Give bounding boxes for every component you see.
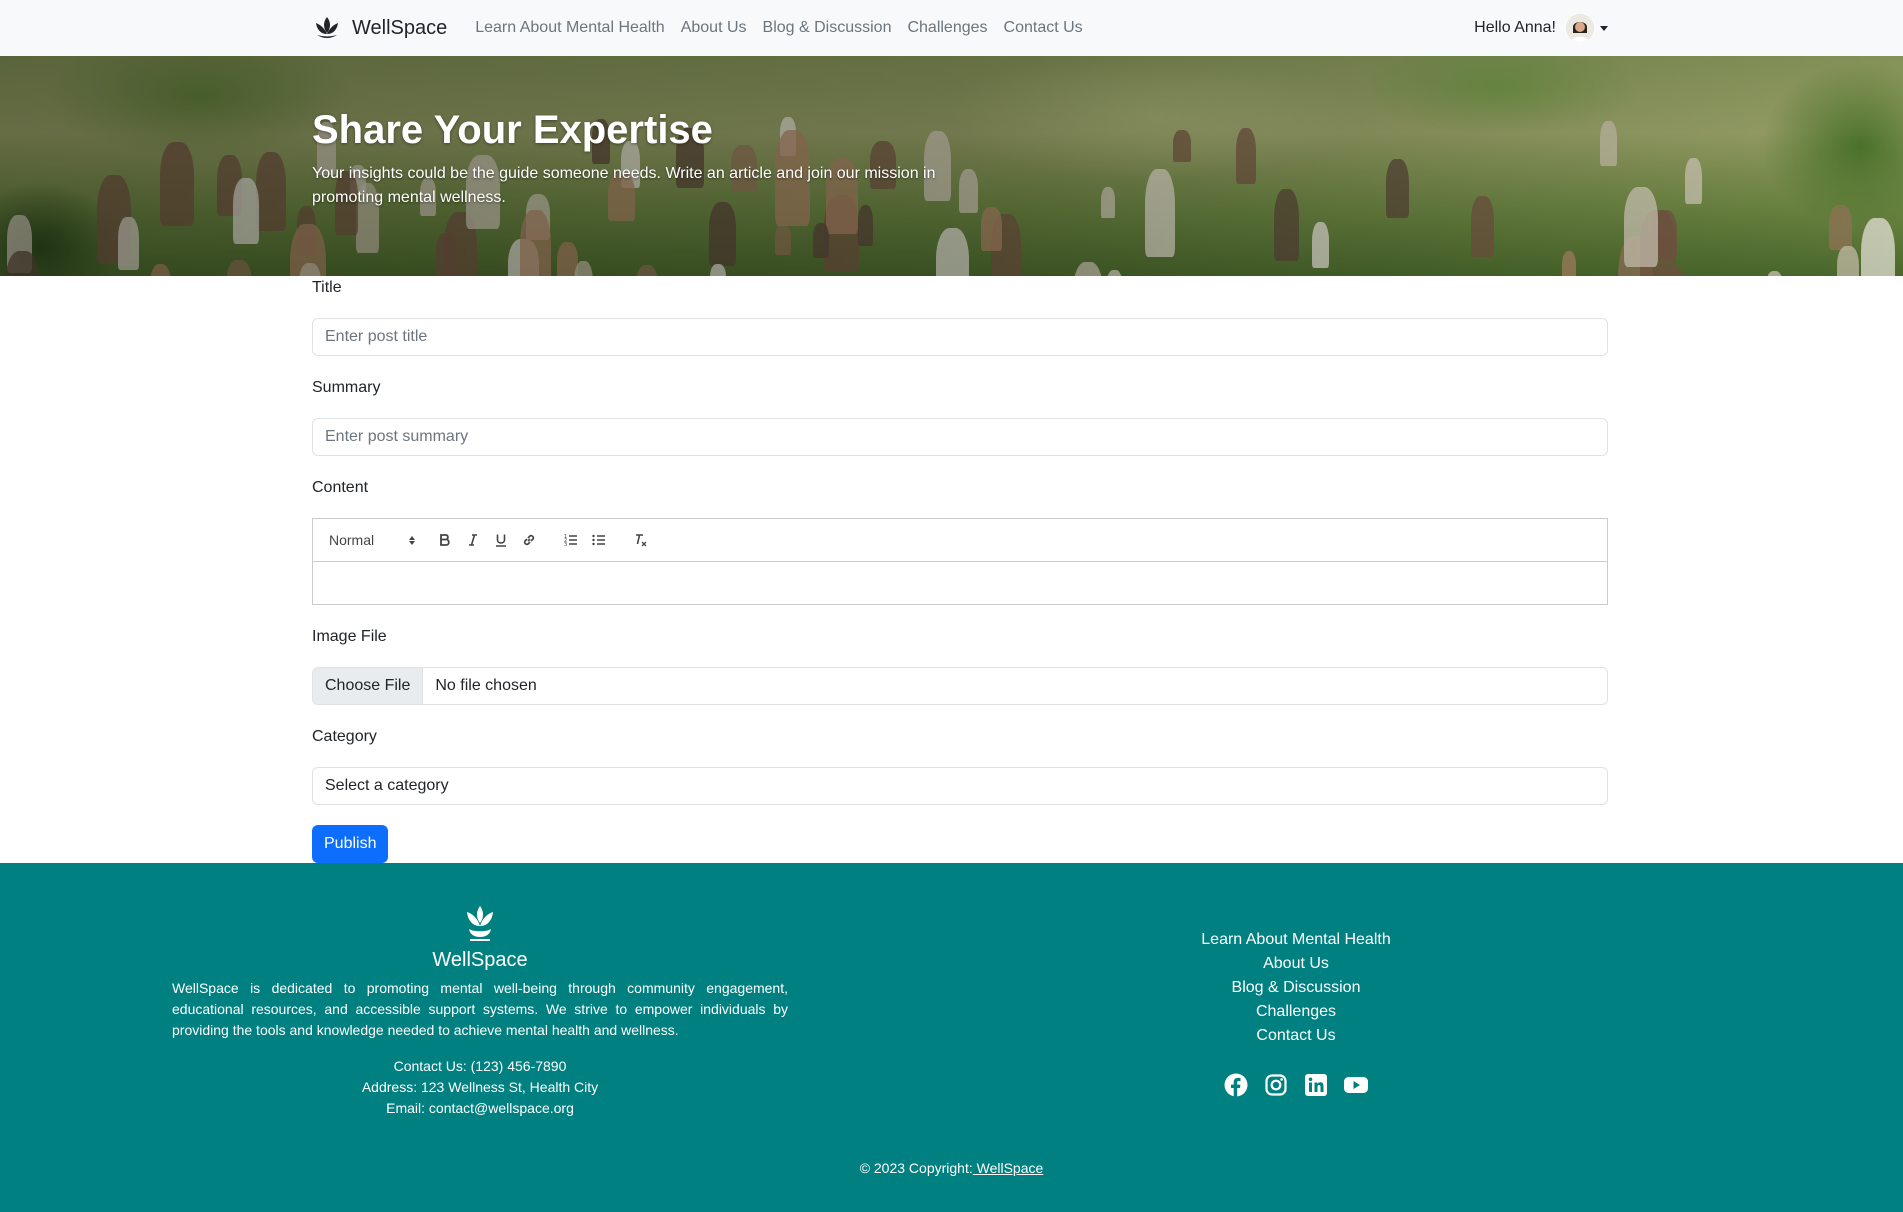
user-greeting: Hello Anna! bbox=[1474, 19, 1556, 36]
footer-link-learn[interactable]: Learn About Mental Health bbox=[1096, 928, 1496, 952]
image-file-input[interactable]: Choose File No file chosen bbox=[312, 667, 1608, 705]
create-post-form: Title Enter post title Summary Enter pos… bbox=[312, 276, 1608, 863]
footer-link-challenges[interactable]: Challenges bbox=[1096, 1000, 1496, 1024]
copyright: © 2023 Copyright: WellSpace bbox=[859, 1160, 1044, 1176]
hero-banner: Share Your Expertise Your insights could… bbox=[0, 56, 1903, 276]
footer-link-about[interactable]: About Us bbox=[1096, 952, 1496, 976]
linkedin-icon[interactable] bbox=[1303, 1072, 1329, 1098]
footer: WellSpace WellSpace is dedicated to prom… bbox=[0, 863, 1903, 1212]
nav-link-about[interactable]: About Us bbox=[673, 0, 755, 56]
brand-link[interactable]: WellSpace bbox=[312, 13, 447, 43]
footer-brand: WellSpace bbox=[432, 949, 528, 971]
content-editor: Normal 123 bbox=[312, 518, 1608, 605]
sort-arrows-icon bbox=[409, 535, 415, 545]
content-editor-area[interactable] bbox=[313, 562, 1607, 604]
svg-text:3: 3 bbox=[564, 542, 567, 547]
bold-icon[interactable] bbox=[431, 528, 459, 552]
footer-link-contact[interactable]: Contact Us bbox=[1096, 1024, 1496, 1048]
footer-address: Address: 123 Wellness St, Health City bbox=[361, 1079, 599, 1095]
clear-format-icon[interactable] bbox=[627, 528, 655, 552]
italic-icon[interactable] bbox=[459, 528, 487, 552]
summary-label: Summary bbox=[312, 379, 381, 396]
choose-file-button[interactable]: Choose File bbox=[313, 668, 424, 704]
avatar[interactable] bbox=[1566, 14, 1594, 42]
chevron-down-icon[interactable] bbox=[1600, 25, 1608, 31]
footer-description: WellSpace is dedicated to promoting ment… bbox=[172, 980, 788, 1038]
footer-email: Email: contact@wellspace.org bbox=[386, 1100, 574, 1116]
nav-link-learn[interactable]: Learn About Mental Health bbox=[467, 0, 672, 56]
user-menu[interactable]: Hello Anna! bbox=[1474, 14, 1608, 42]
page-title: Share Your Expertise bbox=[312, 108, 713, 152]
youtube-icon[interactable] bbox=[1343, 1072, 1369, 1098]
title-input[interactable]: Enter post title bbox=[312, 318, 1608, 356]
copyright-link[interactable]: WellSpace bbox=[973, 1160, 1044, 1176]
nav-link-challenges[interactable]: Challenges bbox=[899, 0, 995, 56]
nav-link-contact[interactable]: Contact Us bbox=[996, 0, 1091, 56]
lotus-logo-icon bbox=[172, 903, 788, 943]
brand-name: WellSpace bbox=[352, 16, 448, 39]
category-label: Category bbox=[312, 728, 377, 745]
ordered-list-icon[interactable]: 123 bbox=[557, 528, 585, 552]
format-select[interactable]: Normal bbox=[329, 532, 415, 548]
title-label: Title bbox=[312, 279, 342, 296]
file-status: No file chosen bbox=[435, 677, 537, 694]
hero-subtitle: Your insights could be the guide someone… bbox=[312, 165, 936, 206]
category-select[interactable]: Select a category bbox=[312, 767, 1608, 805]
footer-phone: Contact Us: (123) 456-7890 bbox=[393, 1058, 567, 1074]
image-file-label: Image File bbox=[312, 628, 387, 645]
publish-button[interactable]: Publish bbox=[312, 825, 389, 863]
link-icon[interactable] bbox=[515, 528, 543, 552]
instagram-icon[interactable] bbox=[1263, 1072, 1289, 1098]
footer-link-blog[interactable]: Blog & Discussion bbox=[1096, 976, 1496, 1000]
underline-icon[interactable] bbox=[487, 528, 515, 552]
facebook-icon[interactable] bbox=[1223, 1072, 1249, 1098]
content-label: Content bbox=[312, 479, 369, 496]
lotus-logo-icon bbox=[316, 17, 338, 38]
editor-toolbar: Normal 123 bbox=[313, 519, 1607, 562]
navbar: WellSpace Learn About Mental Health Abou… bbox=[0, 0, 1903, 56]
bullet-list-icon[interactable] bbox=[585, 528, 613, 552]
summary-input[interactable]: Enter post summary bbox=[312, 418, 1608, 456]
nav-link-blog[interactable]: Blog & Discussion bbox=[755, 0, 900, 56]
